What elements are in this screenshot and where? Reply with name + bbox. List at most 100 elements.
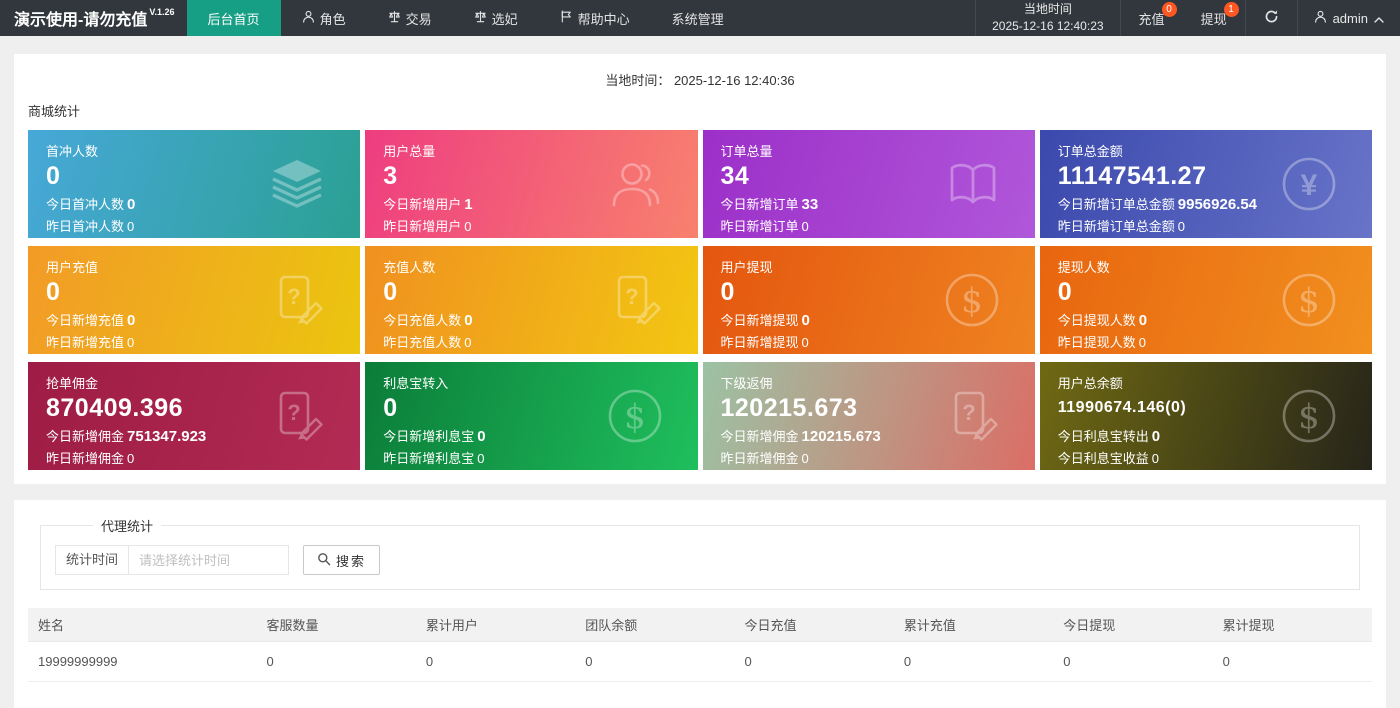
- recharge-notice-button[interactable]: 充值 0: [1121, 0, 1183, 36]
- book-icon: [945, 160, 1001, 208]
- card-line-value: 0: [127, 335, 135, 350]
- brand: 演示使用-请勿充值 V.1.26: [0, 0, 187, 36]
- nav-item-label: 后台首页: [207, 11, 260, 27]
- table-header-row: 姓名 客服数量 累计用户 团队余额 今日充值 累计充值 今日提现 累计提现: [28, 608, 1372, 642]
- table-header-cell: 团队余额: [575, 608, 735, 642]
- table-cell: 0: [575, 641, 735, 682]
- stat-card-user-recharge: 用户充值 0 今日新增充值 0 昨日新增充值 0 ?: [28, 246, 361, 354]
- card-line-label: 昨日新增提现: [720, 335, 799, 350]
- stat-card-total-order-amount: 订单总金额 11147541.27 今日新增订单总金额 9956926.54 昨日…: [1039, 130, 1372, 238]
- recharge-badge: 0: [1161, 2, 1177, 17]
- card-line-label: 今日新增佣金: [46, 429, 125, 444]
- nav-item-label: 系统管理: [671, 11, 724, 27]
- card-line-label: 昨日新增用户: [383, 219, 462, 234]
- dollar-circle-icon: $: [606, 387, 664, 445]
- svg-text:¥: ¥: [1301, 169, 1318, 202]
- card-line-label: 昨日新增充值: [46, 335, 125, 350]
- card-line-value: 0: [1138, 335, 1146, 350]
- user-icon: [1314, 10, 1327, 26]
- stat-time-input[interactable]: [129, 545, 290, 575]
- table-cell: 0: [893, 641, 1054, 682]
- nav-item-help-center[interactable]: 帮助中心: [539, 0, 651, 36]
- main-time-label: 当地时间：: [605, 73, 671, 88]
- card-line-label: 今日新增用户: [383, 197, 462, 212]
- nav-item-label: 交易: [405, 11, 432, 27]
- stat-card-recharge-users: 充值人数 0 今日充值人数 0 昨日充值人数 0 ?: [365, 246, 698, 354]
- table-row: 19999999999 0 0 0 0 0 0 0: [28, 641, 1372, 682]
- card-line-value: 0: [464, 219, 472, 234]
- yen-circle-icon: ¥: [1280, 155, 1338, 213]
- card-line-label: 昨日充值人数: [383, 335, 462, 350]
- card-line-label: 昨日新增订单总金额: [1057, 219, 1175, 234]
- card-line-label: 昨日新增利息宝: [383, 451, 475, 466]
- table-cell: 0: [1212, 641, 1372, 682]
- card-line-label: 今日新增利息宝: [383, 429, 475, 444]
- admin-menu[interactable]: admin: [1296, 0, 1400, 36]
- main-menu: 后台首页 角色 交易 选妃 帮助中心 系统管理: [186, 0, 745, 36]
- nav-item-xuanfei[interactable]: 选妃: [453, 0, 539, 36]
- card-line-value: 0: [1177, 219, 1185, 234]
- stat-card-withdraw-users: 提现人数 0 今日提现人数 0 昨日提现人数 0 $: [1039, 246, 1372, 354]
- card-line-label: 昨日新增佣金: [46, 451, 125, 466]
- top-navbar: 演示使用-请勿充值 V.1.26 后台首页 角色 交易 选妃 帮助中心 系统管理…: [0, 0, 1400, 36]
- table-cell: 0: [734, 641, 894, 682]
- stat-card-total-orders: 订单总量 34 今日新增订单 33 昨日新增订单 0: [702, 130, 1035, 238]
- dollar-circle-icon: $: [1280, 271, 1338, 329]
- card-line-label: 今日新增订单总金额: [1057, 197, 1175, 212]
- stat-card-total-users: 用户总量 3 今日新增用户 1 昨日新增用户 0: [365, 130, 698, 238]
- svg-text:$: $: [624, 397, 646, 437]
- nav-item-roles[interactable]: 角色: [281, 0, 367, 36]
- card-line-value: 0: [127, 451, 135, 466]
- stat-card-total-user-balance: 用户总余额 11990674.146(0) 今日利息宝转出 0 今日利息宝收益 0 …: [1039, 362, 1372, 470]
- mall-stats-panel: 当地时间： 2025-12-16 12:40:36 商城统计 首冲人数 0 今日…: [14, 54, 1386, 484]
- table-header-cell: 姓名: [28, 608, 257, 642]
- navbar-right: 当地时间 2025-12-16 12:40:23 充值 0 提现 1 admin: [975, 0, 1400, 36]
- card-line-label: 昨日新增佣金: [720, 451, 799, 466]
- card-line-label: 今日提现人数: [1057, 313, 1136, 328]
- card-line-label: 今日新增充值: [46, 313, 125, 328]
- card-line-label: 今日新增佣金: [720, 429, 799, 444]
- doc-question-icon: ?: [945, 388, 1001, 444]
- search-button[interactable]: 搜索: [303, 545, 381, 575]
- stat-card-user-withdraw: 用户提现 0 今日新增提现 0 昨日新增提现 0 $: [702, 246, 1035, 354]
- card-line-label: 今日利息宝转出: [1057, 429, 1149, 444]
- card-line-value: 1: [464, 196, 473, 213]
- card-line-value: 0: [127, 312, 136, 329]
- withdraw-badge: 1: [1223, 2, 1239, 17]
- refresh-button[interactable]: [1244, 0, 1297, 36]
- card-line-value: 0: [1151, 428, 1161, 445]
- nav-item-dashboard[interactable]: 后台首页: [186, 0, 281, 36]
- chevron-up-icon: [1374, 11, 1384, 26]
- card-line-value: 0: [801, 219, 809, 234]
- card-line-label: 昨日首冲人数: [46, 219, 125, 234]
- card-line-label: 今日新增提现: [720, 313, 799, 328]
- mall-stats-title: 商城统计: [28, 104, 81, 119]
- card-line-value: 0: [127, 196, 136, 213]
- card-title: 订单总量: [720, 144, 773, 159]
- card-line-value: 751347.923: [127, 428, 207, 445]
- main-local-time: 当地时间： 2025-12-16 12:40:36: [28, 62, 1372, 99]
- table-cell: 0: [415, 641, 576, 682]
- card-line-value: 0: [477, 428, 486, 445]
- stat-card-first-recharge-users: 首冲人数 0 今日首冲人数 0 昨日首冲人数 0: [28, 130, 361, 238]
- main-time-value: 2025-12-16 12:40:36: [673, 73, 795, 88]
- card-line-value: 0: [127, 219, 135, 234]
- table-header-cell: 累计提现: [1212, 608, 1372, 642]
- card-line-value: 0: [1138, 312, 1148, 329]
- stat-time-label: 统计时间: [55, 545, 130, 575]
- users-icon: [608, 158, 664, 210]
- nav-item-trade[interactable]: 交易: [367, 0, 453, 36]
- card-line-value: 0: [477, 451, 485, 466]
- withdraw-notice-button[interactable]: 提现 1: [1183, 0, 1245, 36]
- card-line-label: 今日新增订单: [720, 197, 799, 212]
- card-line-value: 0: [464, 312, 473, 329]
- table-header-cell: 今日充值: [734, 608, 894, 642]
- svg-text:?: ?: [288, 400, 301, 425]
- nav-item-label: 选妃: [491, 11, 518, 27]
- nav-item-system-settings[interactable]: 系统管理: [651, 0, 745, 36]
- refresh-icon: [1264, 9, 1279, 27]
- card-line-label: 今日充值人数: [383, 313, 462, 328]
- scales-icon: [388, 10, 401, 26]
- stat-card-interest-transfer-in: 利息宝转入 0 今日新增利息宝 0 昨日新增利息宝 0 $: [365, 362, 698, 470]
- doc-question-icon: ?: [270, 388, 326, 444]
